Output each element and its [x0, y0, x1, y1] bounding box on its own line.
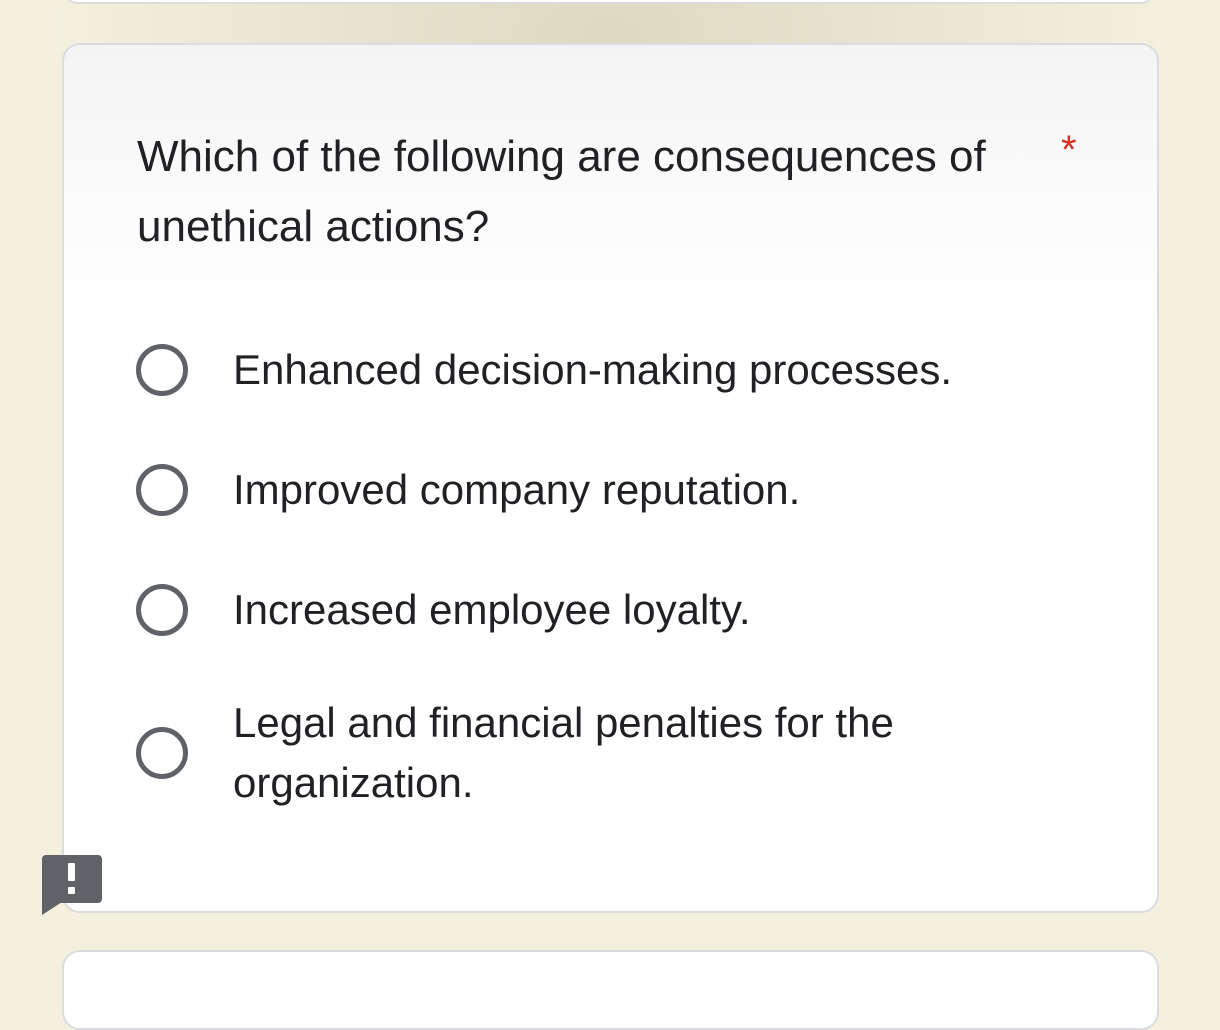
option-label: Enhanced decision-making processes. [233, 346, 953, 393]
next-question-card [62, 950, 1159, 1030]
option-enhanced-decision-making[interactable]: Enhanced decision-making processes. [136, 340, 1033, 400]
radio-button[interactable] [136, 344, 188, 396]
question-title: Which of the following are consequences … [137, 132, 986, 251]
exclamation-flag-icon[interactable] [42, 855, 102, 915]
radio-button[interactable] [136, 464, 188, 516]
option-improved-reputation[interactable]: Improved company reputation. [136, 460, 1033, 520]
radio-button[interactable] [136, 584, 188, 636]
radio-button[interactable] [136, 727, 188, 779]
option-label: Legal and financial penalties for the or… [233, 699, 894, 806]
exclamation-mark [68, 863, 75, 895]
required-asterisk: * [1061, 128, 1077, 172]
option-label: Improved company reputation. [233, 466, 801, 513]
previous-question-card [62, 0, 1156, 4]
option-label: Increased employee loyalty. [233, 586, 751, 633]
option-legal-financial-penalties[interactable]: Legal and financial penalties for the or… [136, 693, 1033, 813]
option-increased-loyalty[interactable]: Increased employee loyalty. [136, 580, 1033, 640]
